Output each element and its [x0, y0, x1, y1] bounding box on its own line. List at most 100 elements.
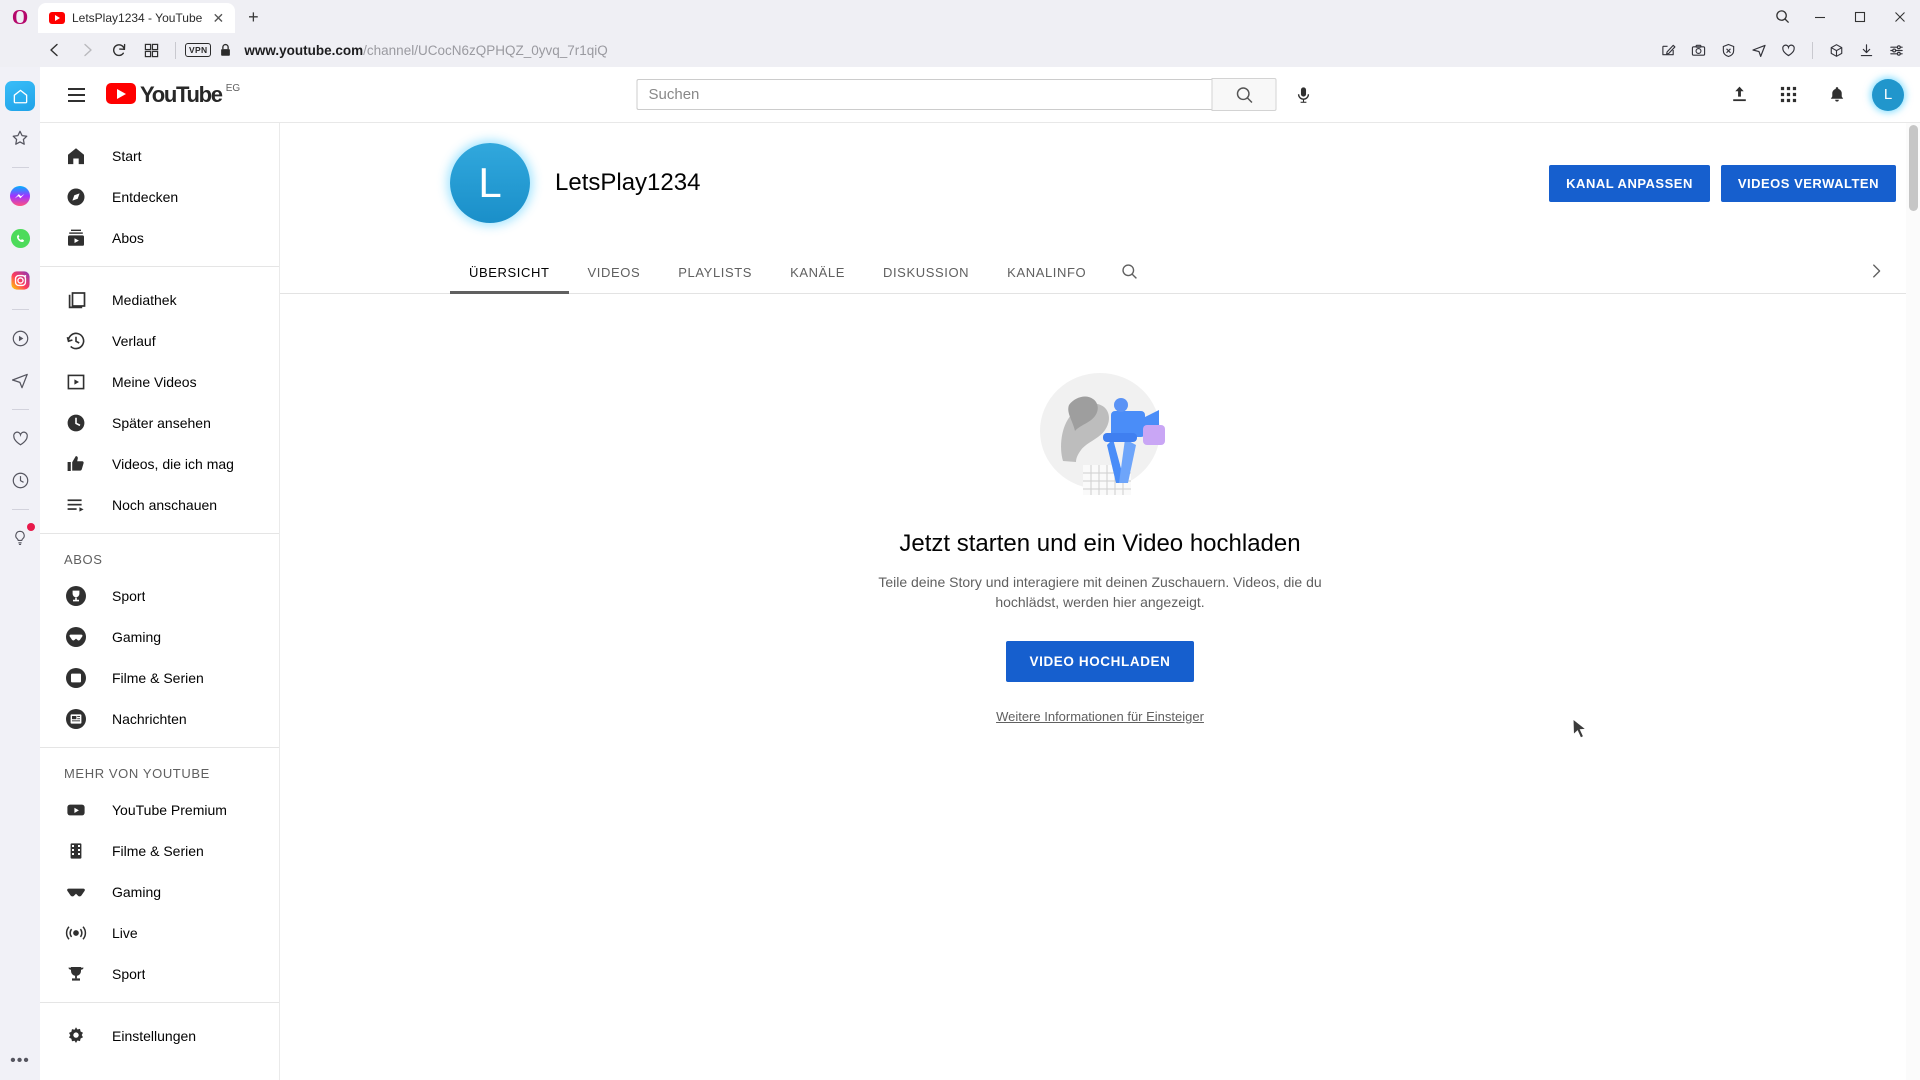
downloads-icon[interactable]	[1853, 37, 1880, 63]
sidebar-item-sport[interactable]: Sport	[40, 953, 279, 994]
search-submit-button[interactable]	[1211, 78, 1277, 111]
upload-icon[interactable]	[1719, 75, 1759, 115]
messenger-icon[interactable]	[5, 181, 35, 211]
sidebar-item-live[interactable]: Live	[40, 912, 279, 953]
sidebar-item-noch-anschauen[interactable]: Noch anschauen	[40, 484, 279, 525]
sidebar-item-filme-serien[interactable]: Filme & Serien	[40, 830, 279, 871]
camera-icon[interactable]	[1685, 37, 1712, 63]
apps-grid-icon[interactable]	[1768, 75, 1808, 115]
address-bar[interactable]: www.youtube.com/channel/UCocN6zQPHQZ_0yv…	[244, 43, 1653, 58]
nav-group-more: MEHR VON YOUTUBE YouTube Premium Filme &…	[40, 747, 279, 1002]
sidebar-item-mediathek[interactable]: Mediathek	[40, 279, 279, 320]
tab-playlists[interactable]: PLAYLISTS	[659, 250, 771, 293]
chevron-right-icon[interactable]	[1856, 251, 1896, 291]
channel-identity-row: L LetsPlay1234 KANAL ANPASSEN VIDEOS VER…	[280, 143, 1920, 223]
search-box[interactable]	[636, 79, 1212, 110]
opera-side-panel: •••	[0, 67, 40, 1080]
hamburger-menu-icon[interactable]	[56, 75, 96, 115]
tile-icon[interactable]	[136, 36, 166, 64]
close-window-button[interactable]	[1880, 0, 1920, 33]
watch-later-icon	[64, 411, 88, 435]
heart-icon[interactable]	[1775, 37, 1802, 63]
history-clock-icon[interactable]	[5, 465, 35, 495]
vpn-badge[interactable]: VPN	[185, 43, 212, 57]
sidebar-item-meine-videos[interactable]: Meine Videos	[40, 361, 279, 402]
sidebar-label: Noch anschauen	[112, 496, 218, 513]
sidebar-item-abos[interactable]: Abos	[40, 217, 279, 258]
tab-uebersicht[interactable]: ÜBERSICHT	[450, 250, 569, 294]
microphone-icon[interactable]	[1284, 75, 1324, 115]
sidebar-item-gaming[interactable]: Gaming	[40, 871, 279, 912]
sidebar-item-videos-die-ich-mag[interactable]: Videos, die ich mag	[40, 443, 279, 484]
scrollbar-thumb[interactable]	[1909, 125, 1918, 211]
tab-videos[interactable]: VIDEOS	[569, 250, 660, 293]
heart-pinboard-icon[interactable]	[5, 423, 35, 453]
favorites-star-icon[interactable]	[5, 123, 35, 153]
easy-setup-icon[interactable]	[1883, 37, 1910, 63]
instagram-icon[interactable]	[5, 265, 35, 295]
sidebar-label: Sport	[112, 965, 146, 982]
playlist-icon	[64, 493, 88, 517]
sidebar-item-entdecken[interactable]: Entdecken	[40, 176, 279, 217]
tab-kanalinfo[interactable]: KANALINFO	[988, 250, 1105, 293]
thumbs-up-icon	[64, 452, 88, 476]
youtube-body: Start Entdecken Abos Mediathek Verlauf M…	[40, 123, 1920, 1080]
snapshot-edit-icon[interactable]	[1655, 37, 1682, 63]
opera-more-button[interactable]: •••	[0, 1052, 40, 1070]
forward-arrow-icon[interactable]	[72, 36, 102, 64]
lightbulb-tips-icon[interactable]	[5, 523, 35, 553]
sidebar-label: Meine Videos	[112, 373, 197, 390]
tab-diskussion[interactable]: DISKUSSION	[864, 250, 988, 293]
reload-icon[interactable]	[104, 36, 134, 64]
whatsapp-icon[interactable]	[5, 223, 35, 253]
sidebar-item-sport-abo[interactable]: Sport	[40, 575, 279, 616]
youtube-logo[interactable]: YouTube EG	[106, 81, 240, 108]
customize-channel-button[interactable]: KANAL ANPASSEN	[1549, 164, 1710, 202]
search-input[interactable]	[648, 86, 1201, 103]
lock-icon[interactable]	[219, 43, 232, 57]
youtube-favicon-icon	[49, 12, 65, 24]
film-strip-icon	[64, 839, 88, 863]
film-avatar-icon	[64, 666, 88, 690]
sidebar-item-einstellungen[interactable]: Einstellungen	[40, 1015, 279, 1056]
crypto-wallet-icon[interactable]	[1823, 37, 1850, 63]
browser-chrome: O LetsPlay1234 - YouTube ✕ + VPN www.you…	[0, 0, 1920, 67]
new-tab-button[interactable]: +	[239, 3, 267, 31]
page-scrollbar[interactable]	[1906, 123, 1920, 1080]
adblock-shield-icon[interactable]	[1715, 37, 1742, 63]
sidebar-item-spaeter-ansehen[interactable]: Später ansehen	[40, 402, 279, 443]
player-icon[interactable]	[5, 323, 35, 353]
tab-kanaele[interactable]: KANÄLE	[771, 250, 864, 293]
browser-toolbar: VPN www.youtube.com/channel/UCocN6zQPHQZ…	[0, 33, 1920, 67]
sidebar-item-filme-serien-abo[interactable]: Filme & Serien	[40, 657, 279, 698]
upload-video-illustration	[1040, 373, 1165, 495]
sidebar-label: Start	[112, 147, 142, 164]
send-to-messenger-icon[interactable]	[1745, 37, 1772, 63]
sidebar-item-youtube-premium[interactable]: YouTube Premium	[40, 789, 279, 830]
minimize-button[interactable]	[1800, 0, 1840, 33]
sidebar-label: YouTube Premium	[112, 801, 227, 818]
telegram-icon[interactable]	[5, 365, 35, 395]
opera-home-icon[interactable]	[5, 81, 35, 111]
channel-actions: KANAL ANPASSEN VIDEOS VERWALTEN	[1549, 164, 1896, 202]
maximize-button[interactable]	[1840, 0, 1880, 33]
upload-video-button[interactable]: VIDEO HOCHLADEN	[1006, 640, 1194, 682]
browser-tab[interactable]: LetsPlay1234 - YouTube ✕	[38, 3, 236, 33]
manage-videos-button[interactable]: VIDEOS VERWALTEN	[1720, 164, 1896, 202]
search-icon[interactable]	[1105, 249, 1153, 293]
sidebar-item-gaming-abo[interactable]: Gaming	[40, 616, 279, 657]
sidebar-item-start[interactable]: Start	[40, 135, 279, 176]
back-arrow-icon[interactable]	[40, 36, 70, 64]
channel-avatar[interactable]: L	[450, 143, 530, 223]
notification-bell-icon[interactable]	[1817, 75, 1857, 115]
live-broadcast-icon	[64, 921, 88, 945]
account-avatar[interactable]: L	[1872, 78, 1904, 111]
close-icon[interactable]: ✕	[209, 9, 227, 27]
sidebar-label: Live	[112, 924, 138, 941]
beginner-info-link[interactable]: Weitere Informationen für Einsteiger	[996, 709, 1204, 724]
sidebar-item-nachrichten-abo[interactable]: Nachrichten	[40, 698, 279, 739]
toolbar-divider	[175, 41, 176, 59]
sidebar-item-verlauf[interactable]: Verlauf	[40, 320, 279, 361]
search-icon[interactable]	[1764, 0, 1800, 33]
nav-group-abos: ABOS Sport Gaming Filme & Serien Nachric…	[40, 533, 279, 747]
